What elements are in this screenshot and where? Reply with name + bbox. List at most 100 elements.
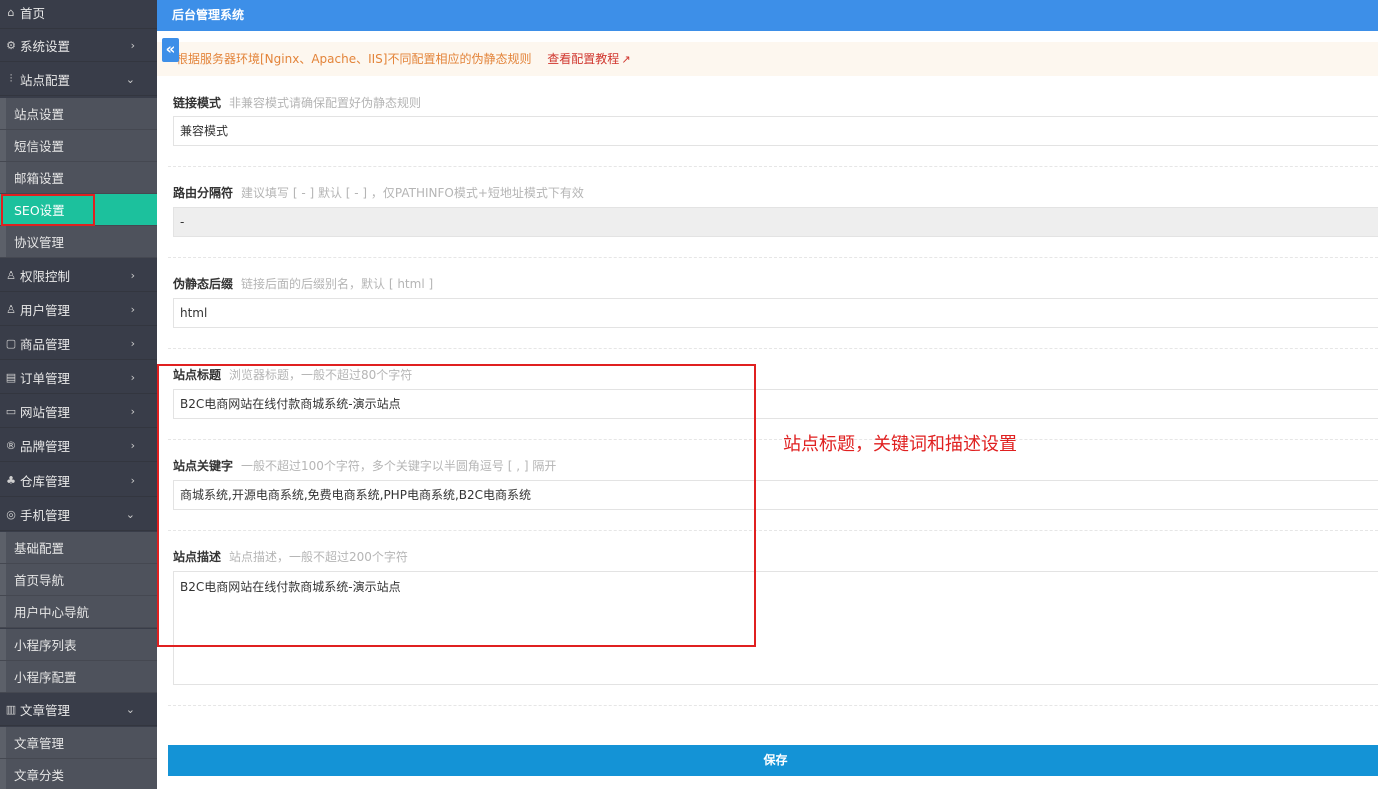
sidebar-subitem-article-manage[interactable]: 文章管理	[0, 727, 157, 759]
sidebar-item-label: 手机管理	[20, 507, 71, 523]
divider	[168, 705, 1378, 706]
document-icon: ▥	[5, 702, 17, 716]
sidebar-subitem-article-category[interactable]: 文章分类	[0, 759, 157, 789]
chevron-down-icon: ⌄	[125, 703, 135, 716]
sidebar-item-warehouse[interactable]: ♣ 仓库管理 ›	[0, 464, 157, 497]
site-keywords-input[interactable]: 商城系统,开源电商系统,免费电商系统,PHP电商系统,B2C电商系统	[173, 480, 1378, 510]
link-mode-value: 兼容模式	[180, 124, 229, 138]
sidebar-subitem-label: 小程序列表	[14, 638, 77, 653]
link-mode-label: 链接模式 非兼容模式请确保配置好伪静态规则	[173, 94, 421, 111]
link-mode-label-text: 链接模式	[173, 96, 222, 110]
divider	[168, 348, 1378, 349]
divider	[168, 530, 1378, 531]
config-tutorial-link-label: 查看配置教程	[547, 52, 620, 66]
link-mode-select[interactable]: 兼容模式	[173, 116, 1378, 146]
sidebar-subitem-label: 文章管理	[14, 736, 65, 751]
sidebar-item-label: 系统设置	[20, 38, 71, 54]
user-icon: ♙	[6, 268, 16, 282]
link-mode-hint: 非兼容模式请确保配置好伪静态规则	[229, 96, 422, 110]
list-icon: ▤	[5, 370, 17, 384]
sidebar-subitem-label: 用户中心导航	[14, 605, 90, 620]
sidebar-subitem-label: 小程序配置	[14, 670, 77, 685]
site-keywords-value: 商城系统,开源电商系统,免费电商系统,PHP电商系统,B2C电商系统	[180, 488, 532, 502]
sidebar-subitem-label: 短信设置	[14, 139, 65, 154]
site-desc-textarea[interactable]: B2C电商网站在线付款商城系统-演示站点	[173, 571, 1378, 685]
route-sep-hint: 建议填写 [ - ] 默认 [ - ] ，仅PATHINFO模式+短地址模式下有…	[241, 186, 584, 200]
site-title-input[interactable]: B2C电商网站在线付款商城系统-演示站点	[173, 389, 1378, 419]
site-desc-label-text: 站点描述	[173, 550, 222, 564]
sidebar-subitem-miniapp-list[interactable]: 小程序列表	[0, 629, 157, 661]
sidebar-item-system[interactable]: ⚙ 系统设置 ›	[0, 29, 157, 62]
site-title-label: 站点标题 浏览器标题，一般不超过80个字符	[173, 366, 412, 383]
registered-icon: ®	[5, 438, 17, 452]
divider	[168, 439, 1378, 440]
collapse-sidebar-button[interactable]: «	[162, 38, 179, 62]
sidebar-item-mobile[interactable]: ◎ 手机管理 ⌄	[0, 498, 157, 531]
highlight-box-seo	[1, 194, 95, 226]
sliders-icon: ⫶	[9, 72, 13, 85]
route-sep-label: 路由分隔符 建议填写 [ - ] 默认 [ - ] ，仅PATHINFO模式+短地…	[173, 184, 584, 201]
sidebar-item-brand[interactable]: ® 品牌管理 ›	[0, 429, 157, 462]
chevron-right-icon: ›	[130, 439, 135, 452]
notice-text: 根据服务器环境[Nginx、Apache、IIS]不同配置相应的伪静态规则	[176, 52, 532, 66]
annotation-text: 站点标题，关键词和描述设置	[783, 434, 1017, 455]
sidebar-item-user[interactable]: ♙ 用户管理 ›	[0, 293, 157, 326]
chevron-right-icon: ›	[130, 337, 135, 350]
site-keywords-label-text: 站点关键字	[173, 459, 234, 473]
config-tutorial-link[interactable]: 查看配置教程 ↗	[547, 52, 630, 66]
site-desc-hint: 站点描述，一般不超过200个字符	[229, 550, 408, 564]
site-title-label-text: 站点标题	[173, 368, 222, 382]
sidebar-subitem-basic-config[interactable]: 基础配置	[0, 532, 157, 564]
suffix-input[interactable]: html	[173, 298, 1378, 328]
sidebar-subitem-home-nav[interactable]: 首页导航	[0, 564, 157, 596]
suffix-value: html	[180, 306, 208, 320]
sidebar-item-goods[interactable]: ▢ 商品管理 ›	[0, 327, 157, 360]
users-icon: ♙	[6, 302, 16, 316]
sidebar-subitem-label: 首页导航	[14, 573, 65, 588]
chevron-down-icon: ⌄	[125, 73, 135, 86]
sidebar-subitem-label: 文章分类	[14, 768, 65, 783]
sidebar-subitem-agreement[interactable]: 协议管理	[0, 226, 157, 258]
sidebar-subitem-email-settings[interactable]: 邮箱设置	[0, 162, 157, 194]
cubes-icon: ♣	[6, 473, 16, 487]
suffix-hint: 链接后面的后缀别名，默认 [ html ]	[241, 277, 434, 291]
sidebar-item-label: 商品管理	[20, 336, 71, 352]
home-icon: ⌂	[7, 5, 15, 19]
sidebar-item-home[interactable]: ⌂ 首页	[0, 0, 157, 29]
sidebar-item-label: 权限控制	[20, 268, 71, 284]
route-sep-value: -	[180, 215, 185, 229]
site-keywords-label: 站点关键字 一般不超过100个字符，多个关键字以半圆角逗号 [ , ] 隔开	[173, 457, 556, 474]
sidebar-subitem-label: 邮箱设置	[14, 171, 65, 186]
sidebar-item-website[interactable]: ▭ 网站管理 ›	[0, 395, 157, 428]
sidebar: ⌂ 首页 ⚙ 系统设置 › ⫶ 站点配置 ⌄ 站点设置 短信设置 邮箱设置 SE…	[0, 0, 157, 789]
chevron-right-icon: ›	[130, 269, 135, 282]
save-button[interactable]: 保存	[168, 745, 1378, 776]
sidebar-subitem-label: 基础配置	[14, 541, 65, 556]
divider	[168, 257, 1378, 258]
sidebar-item-site-config[interactable]: ⫶ 站点配置 ⌄	[0, 63, 157, 96]
sidebar-item-order[interactable]: ▤ 订单管理 ›	[0, 361, 157, 394]
sidebar-subitem-site-settings[interactable]: 站点设置	[0, 98, 157, 130]
sidebar-item-label: 首页	[20, 5, 46, 21]
external-link-icon: ↗	[621, 53, 631, 66]
sidebar-item-label: 站点配置	[20, 72, 71, 88]
site-keywords-hint: 一般不超过100个字符，多个关键字以半圆角逗号 [ , ] 隔开	[241, 459, 557, 473]
sidebar-subitem-miniapp-config[interactable]: 小程序配置	[0, 661, 157, 693]
mobile-icon: ◎	[6, 507, 16, 521]
divider	[168, 166, 1378, 167]
site-title-value: B2C电商网站在线付款商城系统-演示站点	[180, 397, 401, 411]
sidebar-subitem-sms-settings[interactable]: 短信设置	[0, 130, 157, 162]
site-desc-label: 站点描述 站点描述，一般不超过200个字符	[173, 548, 408, 565]
sidebar-item-permission[interactable]: ♙ 权限控制 ›	[0, 259, 157, 292]
site-desc-value: B2C电商网站在线付款商城系统-演示站点	[180, 580, 401, 594]
gear-icon: ⚙	[6, 38, 16, 52]
route-sep-input[interactable]: -	[173, 207, 1378, 237]
bag-icon: ▢	[5, 336, 17, 350]
sidebar-subitem-user-center-nav[interactable]: 用户中心导航	[0, 596, 157, 628]
sidebar-item-label: 用户管理	[20, 302, 71, 318]
chevron-right-icon: ›	[130, 371, 135, 384]
sidebar-item-label: 文章管理	[20, 702, 71, 718]
page-header: 后台管理系统	[157, 0, 1378, 31]
route-sep-label-text: 路由分隔符	[173, 186, 234, 200]
sidebar-item-article[interactable]: ▥ 文章管理 ⌄	[0, 693, 157, 726]
